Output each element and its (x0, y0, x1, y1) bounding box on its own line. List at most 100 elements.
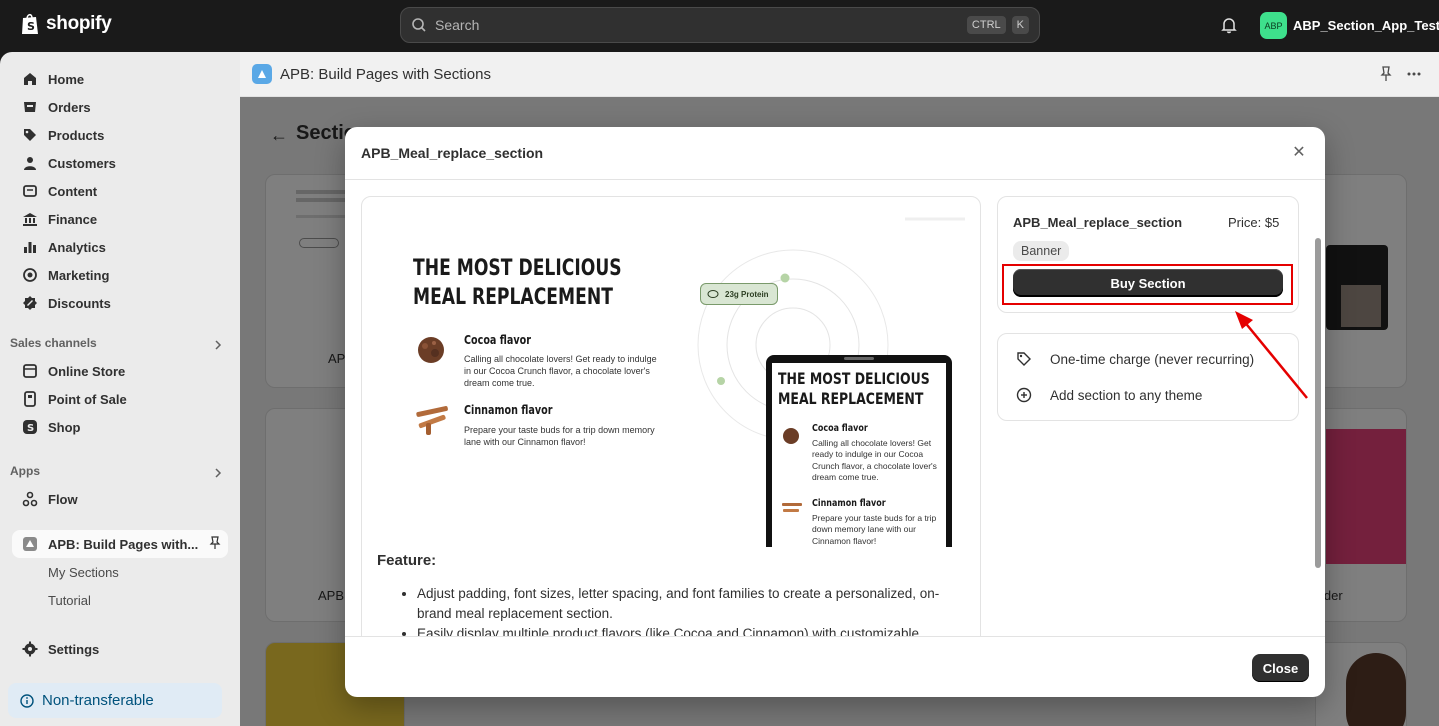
sidebar-item-label: Flow (48, 491, 78, 507)
sidebar-item-label: Settings (48, 641, 100, 657)
app-title-bar: APB: Build Pages with Sections (240, 52, 1439, 97)
orders-icon (24, 102, 36, 112)
cinnamon-icon (416, 406, 448, 435)
modal-body: THE MOST DELICIOUS MEAL REPLACEMENT 23g … (345, 180, 1325, 636)
protein-chip: 23g Protein (700, 283, 778, 305)
apps-heading: Apps (10, 464, 40, 478)
sidebar-item-shop[interactable]: S Shop (12, 413, 228, 441)
sidebar-item-label: Analytics (48, 239, 106, 255)
shopify-bag-icon: S (22, 13, 38, 34)
sidebar-item-orders[interactable]: Orders (12, 93, 228, 121)
preview-heading: THE MOST DELICIOUS MEAL REPLACEMENT (413, 256, 622, 310)
sidebar-item-finance[interactable]: Finance (12, 205, 228, 233)
store-avatar: ABP (1260, 12, 1287, 39)
cinnamon-flavor-desc: Prepare your taste buds for a trip down … (464, 425, 655, 448)
sales-channels-heading: Sales channels (10, 336, 97, 350)
store-icon (23, 364, 37, 378)
cocoa-flavor-desc: Calling all chocolate lovers! Get ready … (464, 354, 657, 389)
sidebar-item-settings[interactable]: Settings (12, 635, 228, 663)
sidebar-item-label: Marketing (48, 267, 110, 283)
modal-scrollbar[interactable] (1315, 238, 1321, 568)
protein-label: 23g Protein (725, 289, 769, 299)
shop-icon: S (23, 420, 37, 434)
search-bar[interactable]: Search CTRL K (400, 7, 1040, 43)
home-icon (24, 73, 36, 85)
more-options-icon[interactable] (1406, 66, 1422, 82)
shortcut-ctrl: CTRL (966, 16, 1006, 34)
bar-chart-icon (24, 242, 36, 253)
tablet-cinnamon-desc: Prepare your taste buds for a trip down … (812, 513, 937, 546)
sidebar-item-label: Orders (48, 99, 91, 115)
sidebar-item-tutorial[interactable]: Tutorial (12, 586, 228, 614)
pin-icon[interactable] (208, 536, 222, 550)
modal-footer: Close (345, 636, 1325, 697)
sidebar-item-home[interactable]: Home (12, 65, 228, 93)
shortcut-k: K (1011, 16, 1029, 34)
shopify-logo[interactable]: S shopify (20, 12, 112, 36)
pos-icon (24, 391, 36, 407)
cocoa-icon (418, 337, 444, 363)
leaf-icon (707, 290, 719, 298)
sidebar-item-label: Tutorial (48, 592, 91, 608)
section-name: APB_Meal_replace_section (1013, 215, 1183, 230)
sidebar-item-label: Discounts (48, 295, 111, 311)
target-icon (23, 268, 37, 282)
sidebar-item-customers[interactable]: Customers (12, 149, 228, 177)
chevron-right-icon[interactable] (212, 339, 224, 351)
top-bar: S shopify Search CTRL K ABP ABP_Section_… (0, 0, 1439, 52)
section-price: Price: $5 (1228, 215, 1280, 230)
cinnamon-icon (782, 503, 802, 512)
close-icon[interactable]: ✕ (1291, 145, 1307, 161)
section-preview-modal: APB_Meal_replace_section ✕ THE MOST DELI… (345, 127, 1325, 697)
pin-icon[interactable] (1378, 66, 1394, 82)
discount-icon (23, 296, 37, 310)
sidebar-item-apb-app[interactable]: APB: Build Pages with... (12, 530, 228, 558)
search-placeholder: Search (435, 17, 480, 33)
sidebar-item-flow[interactable]: Flow (12, 485, 228, 513)
section-info-card: APB_Meal_replace_section Price: $5 Banne… (997, 196, 1299, 313)
store-name: ABP_Section_App_Test (1293, 18, 1439, 33)
store-menu[interactable]: ABP ABP_Section_App_Test (1260, 12, 1439, 39)
feature-list: Adjust padding, font sizes, letter spaci… (417, 584, 972, 636)
sidebar-item-online-store[interactable]: Online Store (12, 357, 228, 385)
non-transferable-badge[interactable]: Non-transferable (8, 683, 222, 718)
category-badge: Banner (1013, 241, 1070, 261)
info-icon (20, 693, 34, 708)
feature-heading: Feature: (377, 552, 437, 569)
cinnamon-flavor-title: Cinnamon flavor (464, 403, 553, 417)
plus-circle-icon (1016, 387, 1032, 403)
tablet-mockup: THE MOST DELICIOUS MEAL REPLACEMENT Coco… (766, 355, 952, 547)
search-icon (412, 18, 426, 32)
sidebar-item-label: Online Store (48, 363, 126, 379)
bell-icon[interactable] (1220, 16, 1238, 34)
chevron-right-icon[interactable] (212, 467, 224, 479)
svg-text:S: S (27, 423, 34, 434)
sidebar-item-marketing[interactable]: Marketing (12, 261, 228, 289)
gear-icon (22, 641, 38, 657)
preview-panel: THE MOST DELICIOUS MEAL REPLACEMENT 23g … (361, 196, 981, 636)
sidebar-item-content[interactable]: Content (12, 177, 228, 205)
app-logo-icon (252, 64, 272, 84)
section-preview-image: THE MOST DELICIOUS MEAL REPLACEMENT 23g … (362, 197, 980, 547)
sidebar-item-label: Finance (48, 211, 98, 227)
sidebar-item-products[interactable]: Products (12, 121, 228, 149)
flow-icon (22, 491, 38, 507)
sidebar-item-analytics[interactable]: Analytics (12, 233, 228, 261)
sidebar-item-label: My Sections (48, 564, 119, 580)
sidebar-item-label: APB: Build Pages with... (48, 536, 199, 552)
sidebar-item-label: Customers (48, 155, 116, 171)
highlight-box (1002, 264, 1293, 305)
sidebar: Home Orders Products Customers Content F… (0, 52, 240, 726)
sidebar-item-discounts[interactable]: Discounts (12, 289, 228, 317)
sidebar-item-label: Products (48, 127, 105, 143)
sidebar-item-my-sections[interactable]: My Sections (12, 558, 228, 586)
purchase-perks-card: One-time charge (never recurring) Add se… (997, 333, 1299, 421)
tablet-heading: THE MOST DELICIOUS MEAL REPLACEMENT (778, 369, 930, 408)
feature-item: Adjust padding, font sizes, letter spaci… (417, 584, 972, 624)
close-button[interactable]: Close (1252, 654, 1309, 682)
app-title: APB: Build Pages with Sections (280, 65, 491, 83)
sidebar-item-point-of-sale[interactable]: Point of Sale (12, 385, 228, 413)
perk-row: Add section to any theme (1016, 387, 1202, 403)
app-icon (23, 537, 37, 551)
cocoa-flavor-title: Cocoa flavor (464, 333, 531, 347)
